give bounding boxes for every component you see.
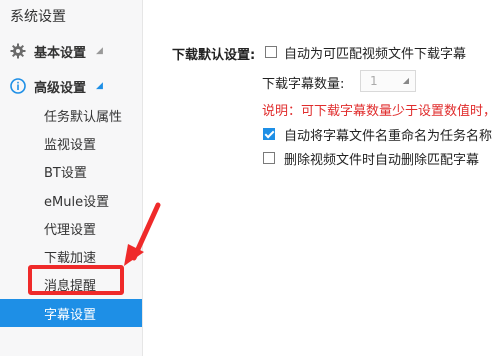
highlight-box [28,265,124,295]
delete-subtitles-label: 删除视频文件时自动删除匹配字幕 [284,153,480,168]
subtitle-count-label: 下载字幕数量: [262,77,345,92]
subtitle-count-value: 1 [370,74,378,88]
subtitle-count-select[interactable]: 1 ◢ [360,70,416,92]
section-label: 下载默认设置: [172,48,256,63]
auto-download-subtitles-label: 自动为可匹配视频文件下载字幕 [284,47,467,62]
dropdown-arrow-icon: ◢ [402,76,409,85]
note-text: 说明：可下载字幕数量少于设置数值时， [262,104,497,119]
auto-download-subtitles-checkbox[interactable] [265,46,277,58]
rename-subtitles-checkbox[interactable] [263,128,275,140]
delete-subtitles-checkbox[interactable] [263,152,275,164]
rename-subtitles-label: 自动将字幕文件名重命名为任务名称 [284,129,493,144]
